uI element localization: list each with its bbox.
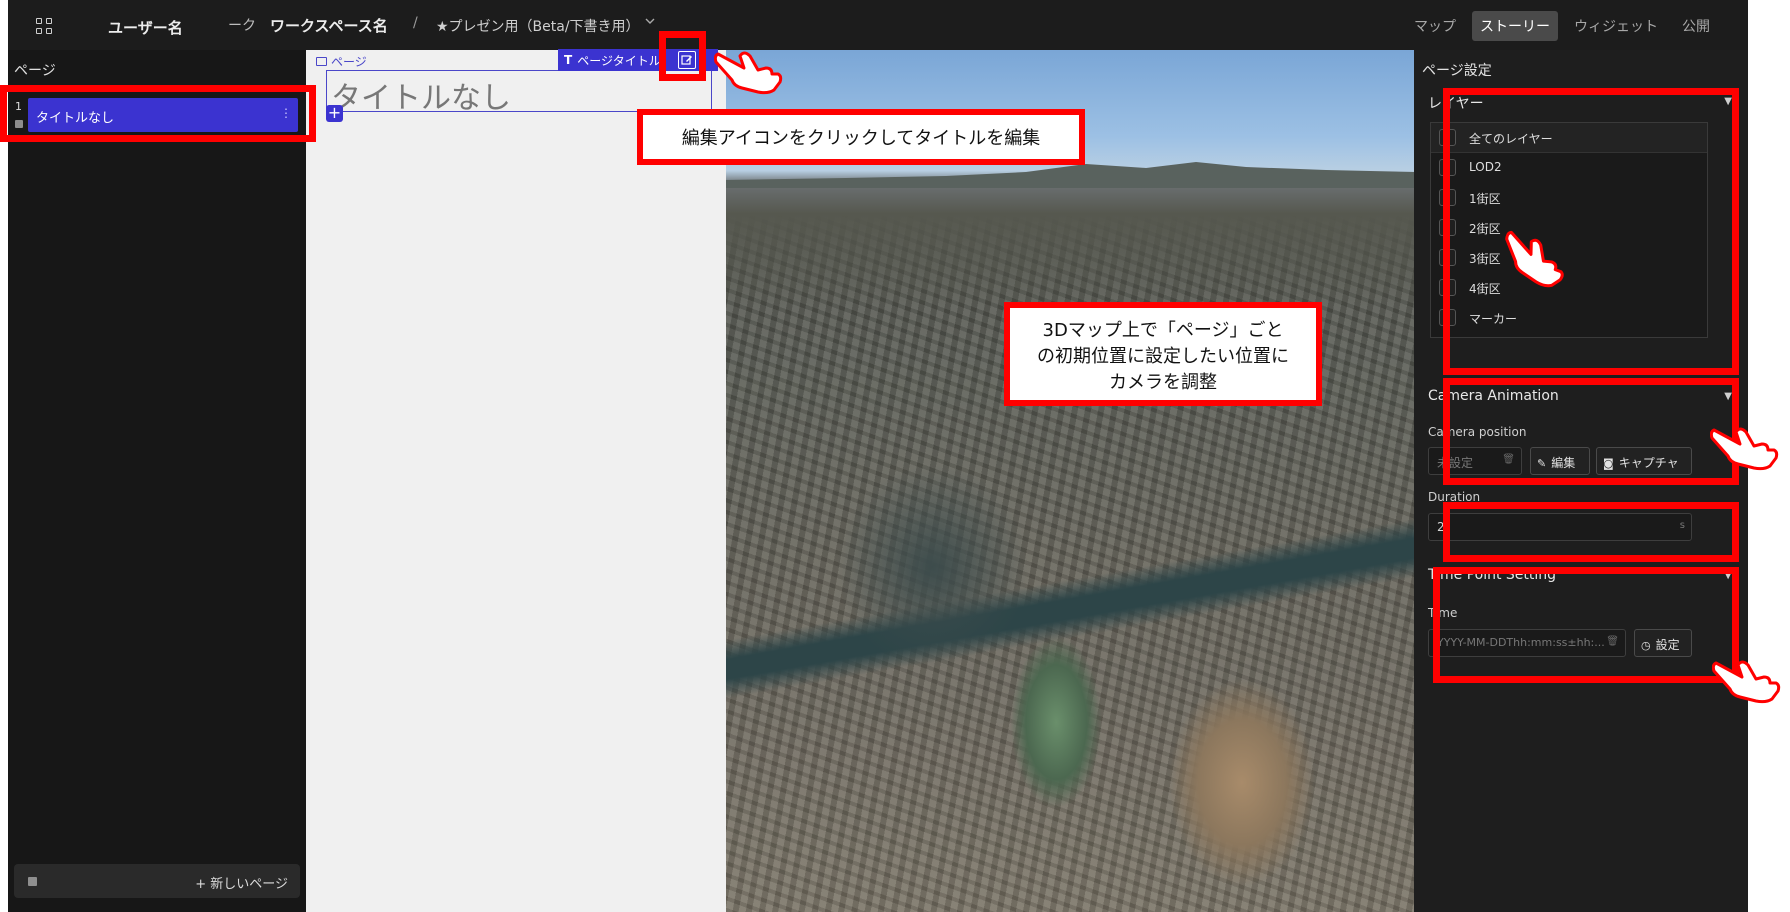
checkbox[interactable] xyxy=(1439,279,1456,296)
checkbox[interactable] xyxy=(1439,159,1456,176)
duration-field[interactable]: 2 s xyxy=(1428,513,1692,541)
edit-title-callout: 編集アイコンをクリックしてタイトルを編集 xyxy=(637,109,1085,165)
layer-row[interactable]: 4街区 xyxy=(1431,273,1707,303)
square-icon xyxy=(28,877,37,886)
camera-position-label: Camera position xyxy=(1428,425,1527,439)
hand-pointer-icon xyxy=(1712,660,1781,704)
layer-label: 1街区 xyxy=(1469,192,1501,206)
caret-down-icon[interactable]: ▼ xyxy=(1724,570,1732,581)
camera-edit-button[interactable]: ✎ 編集 xyxy=(1530,447,1590,475)
title-block-type-label: ページタイトル xyxy=(577,53,661,68)
page-title: タイトルなし xyxy=(331,81,511,116)
layer-row[interactable]: マーカー xyxy=(1431,303,1707,333)
layer-row[interactable]: 1街区 xyxy=(1431,183,1707,213)
time-label: Time xyxy=(1428,606,1458,620)
camera-capture-label: キャプチャ xyxy=(1618,456,1679,470)
camera-callout-line2: の初期位置に設定したい位置に xyxy=(1037,346,1289,367)
new-page-button[interactable]: + 新しいページ xyxy=(195,873,288,892)
layers-list: 全てのレイヤー LOD2 1街区 2街区 3街区 4街区 マーカー xyxy=(1430,122,1708,338)
breadcrumb-separator: / xyxy=(413,15,418,31)
time-set-label: 設定 xyxy=(1655,638,1680,652)
time-point-heading[interactable]: Time Point Setting xyxy=(1428,567,1556,583)
project-name[interactable]: ★プレゼン用（Beta/下書き用） xyxy=(436,16,640,36)
tab-map[interactable]: マップ xyxy=(1406,11,1464,41)
camera-position-placeholder: 未設定 xyxy=(1437,456,1474,470)
time-field[interactable]: YYYY-MM-DDThh:mm:ss±hh:... 🗑 xyxy=(1428,629,1626,657)
mode-tabs: マップ ストーリー ウィジェット 公開 xyxy=(1406,11,1718,41)
layer-label: 全てのレイヤー xyxy=(1469,132,1553,146)
grid-icon[interactable] xyxy=(36,18,52,34)
tab-story[interactable]: ストーリー xyxy=(1472,11,1558,41)
checkbox[interactable] xyxy=(1439,189,1456,206)
story-panel: ページ タイトルなし T ページタイトル + xyxy=(306,49,726,912)
camera-callout-line3: カメラを調整 xyxy=(1109,372,1217,393)
tab-publish[interactable]: 公開 xyxy=(1674,11,1718,41)
camera-icon: ◙ xyxy=(1603,457,1614,470)
time-set-button[interactable]: ◷ 設定 xyxy=(1634,629,1692,657)
page-icon xyxy=(316,57,327,66)
edit-icon[interactable] xyxy=(678,51,696,69)
story-page-label-text: ページ xyxy=(331,55,367,69)
story-page-label: ページ xyxy=(316,53,367,70)
drag-handle-icon[interactable] xyxy=(15,120,23,128)
new-page-bar: + 新しいページ xyxy=(14,864,300,898)
camera-callout-line1: 3Dマップ上で「ページ」ごと xyxy=(1042,320,1284,341)
layer-row[interactable]: LOD2 xyxy=(1431,153,1707,183)
more-menu-icon[interactable]: ⋮ xyxy=(280,106,292,120)
duration-unit: s xyxy=(1679,520,1685,531)
workspace-prefix: ーク xyxy=(228,18,256,34)
camera-capture-button[interactable]: ◙ キャプチャ xyxy=(1596,447,1692,475)
checkbox[interactable] xyxy=(1439,219,1456,236)
layer-row-all[interactable]: 全てのレイヤー xyxy=(1431,123,1707,153)
trash-icon[interactable]: 🗑 xyxy=(1502,454,1515,465)
duration-value: 2 xyxy=(1437,520,1445,534)
caret-down-icon[interactable]: ▼ xyxy=(1724,96,1732,107)
tab-widget[interactable]: ウィジェット xyxy=(1566,11,1666,41)
page-settings-title: ページ設定 xyxy=(1422,63,1492,79)
layer-label: マーカー xyxy=(1469,312,1518,326)
hand-pointer-icon xyxy=(1710,427,1779,471)
pages-sidebar-title: ページ xyxy=(14,63,56,79)
layers-heading[interactable]: レイヤー xyxy=(1428,93,1484,113)
checkbox[interactable] xyxy=(1439,129,1456,146)
page-number: 1 xyxy=(15,100,22,113)
edit-title-callout-text: 編集アイコンをクリックしてタイトルを編集 xyxy=(681,128,1041,149)
plus-icon[interactable]: + xyxy=(326,105,343,122)
layer-label: LOD2 xyxy=(1469,160,1502,174)
camera-edit-label: 編集 xyxy=(1551,456,1576,470)
camera-callout: 3Dマップ上で「ページ」ごと の初期位置に設定したい位置に カメラを調整 xyxy=(1004,302,1322,406)
trash-icon[interactable]: 🗑 xyxy=(1606,636,1619,647)
workspace-name[interactable]: ワークスペース名 xyxy=(270,15,388,36)
camera-position-field[interactable]: 未設定 🗑 xyxy=(1428,447,1522,475)
layer-label: 4街区 xyxy=(1469,282,1501,296)
hand-pointer-icon xyxy=(714,51,783,95)
page-list-item[interactable]: タイトルなし ⋮ xyxy=(28,98,298,132)
title-block[interactable]: タイトルなし xyxy=(326,70,712,116)
3d-map-viewport[interactable] xyxy=(726,50,1414,912)
page-settings-panel: ページ設定 レイヤー ▼ 全てのレイヤー LOD2 1街区 2街区 3街区 4街… xyxy=(1414,50,1748,912)
text-type-icon: T xyxy=(564,53,573,67)
top-header: ユーザー名 ーク ワークスペース名 / ★プレゼン用（Beta/下書き用） マッ… xyxy=(8,0,1748,50)
clock-icon: ◷ xyxy=(1641,639,1651,652)
user-name[interactable]: ユーザー名 xyxy=(108,17,183,38)
layer-row[interactable]: 2街区 xyxy=(1431,213,1707,243)
caret-down-icon[interactable]: ▼ xyxy=(1724,391,1732,402)
pages-sidebar: ページ 1 タイトルなし ⋮ + 新しいページ xyxy=(8,50,306,912)
page-item-label: タイトルなし xyxy=(36,111,115,126)
chevron-down-icon[interactable] xyxy=(645,16,655,26)
checkbox[interactable] xyxy=(1439,249,1456,266)
checkbox[interactable] xyxy=(1439,309,1456,326)
duration-label: Duration xyxy=(1428,490,1481,504)
layer-label: 2街区 xyxy=(1469,222,1501,236)
camera-animation-heading[interactable]: Camera Animation xyxy=(1428,388,1559,404)
time-placeholder: YYYY-MM-DDThh:mm:ss±hh:... xyxy=(1437,636,1605,649)
pencil-icon: ✎ xyxy=(1537,457,1547,470)
